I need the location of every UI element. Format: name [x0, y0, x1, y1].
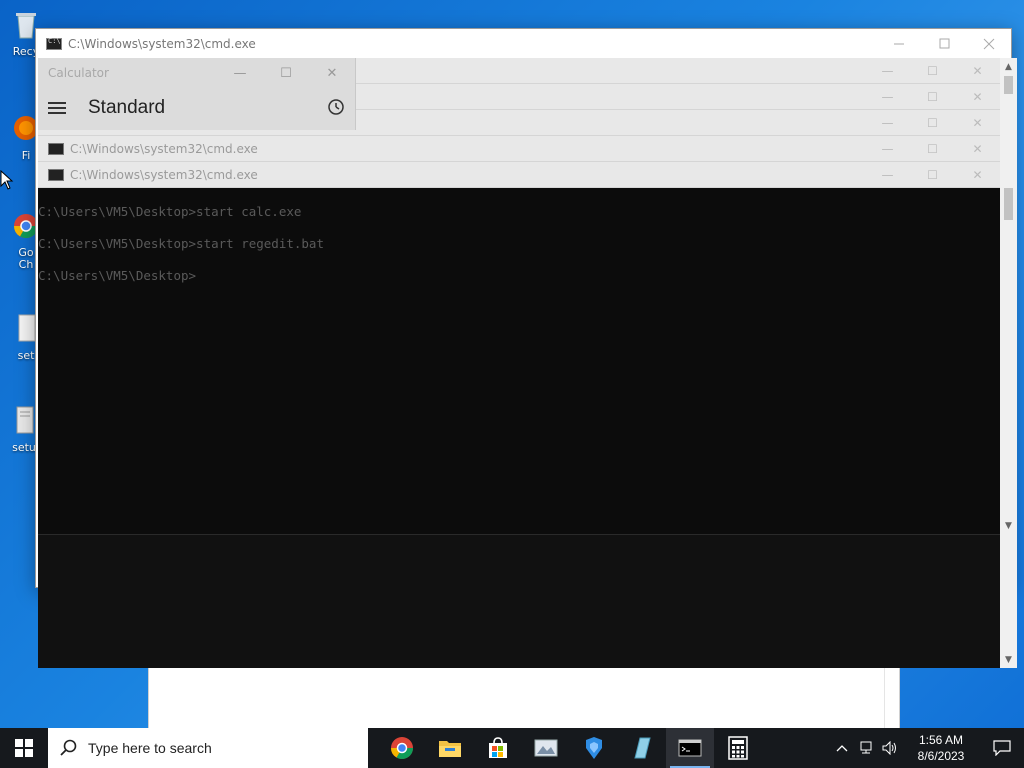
calculator-window[interactable]: Calculator — ☐ ✕ Standard — [38, 58, 356, 130]
image-app-icon — [534, 739, 558, 757]
taskbar: Type here to search 1:56 AM 8/6/2023 — [0, 728, 1024, 768]
blue-app-icon — [586, 737, 602, 759]
minimize-button[interactable]: — — [217, 58, 263, 88]
taskbar-app-5[interactable] — [570, 728, 618, 768]
minimize-button[interactable]: — — [865, 58, 910, 84]
minimize-icon — [893, 43, 904, 45]
volume-button[interactable] — [878, 728, 902, 768]
start-button[interactable] — [0, 728, 48, 768]
window-controls: — ☐ ✕ — [217, 58, 355, 88]
calculator-mode: Standard — [88, 97, 166, 118]
maximize-button[interactable]: ☐ — [910, 58, 955, 84]
hamburger-menu-icon[interactable] — [48, 102, 66, 114]
taskbar-search-box[interactable]: Type here to search — [48, 728, 368, 768]
network-button[interactable] — [854, 728, 878, 768]
terminal-icon — [678, 739, 702, 757]
console-line: C:\Users\VM5\Desktop>start calc.exe — [38, 204, 302, 219]
chevron-up-icon — [836, 745, 848, 752]
maximize-button[interactable] — [921, 29, 966, 59]
maximize-button[interactable]: ☐ — [910, 84, 955, 110]
maximize-button[interactable]: ☐ — [910, 136, 955, 162]
notification-icon — [993, 740, 1011, 756]
scroll-down-arrow-icon[interactable]: ▼ — [1000, 517, 1017, 534]
outer-scrollbar[interactable]: ▼ — [1000, 534, 1017, 668]
taskbar-app-calculator[interactable] — [714, 728, 762, 768]
restore-icon — [939, 38, 949, 49]
cmd-icon — [48, 168, 64, 181]
close-button[interactable] — [966, 29, 1011, 59]
document-app-icon — [634, 737, 651, 759]
taskbar-app-chrome[interactable] — [378, 728, 426, 768]
action-center-button[interactable] — [980, 728, 1024, 768]
scroll-up-arrow-icon[interactable]: ▲ — [1000, 58, 1017, 75]
close-button[interactable]: ✕ — [955, 58, 1000, 84]
taskbar-apps — [378, 728, 762, 768]
stacked-windows-area: — ☐ ✕ — ☐ ✕ — ☐ ✕ C:\Windows\system32\cmd.exe … — [38, 58, 1000, 188]
close-button[interactable]: ✕ — [955, 162, 1000, 188]
store-icon — [489, 737, 507, 758]
scroll-down-arrow-icon[interactable]: ▼ — [1000, 651, 1017, 668]
strip-title: C:\Windows\system32\cmd.exe — [70, 141, 258, 156]
network-icon — [860, 741, 872, 754]
window-strip[interactable]: C:\Windows\system32\cmd.exe — ☐ ✕ — [38, 162, 1000, 188]
cmd-back-title: C:\Windows\system32\cmd.exe — [68, 37, 256, 51]
close-icon — [983, 38, 994, 50]
search-placeholder: Type here to search — [88, 740, 212, 756]
window-controls: — ☐ ✕ — [865, 84, 1000, 110]
clock-time: 1:56 AM — [918, 733, 964, 747]
system-tray: 1:56 AM 8/6/2023 — [830, 728, 1024, 768]
window-controls: — ☐ ✕ — [865, 136, 1000, 162]
maximize-button[interactable]: ☐ — [910, 162, 955, 188]
minimize-button[interactable]: — — [865, 84, 910, 110]
window-controls: — ☐ ✕ — [865, 58, 1000, 84]
scroll-thumb[interactable] — [1004, 76, 1013, 94]
cmd-window-front[interactable]: — ☐ ✕ — ☐ ✕ — ☐ ✕ C:\Windows\system32\cmd.exe … — [38, 58, 1017, 668]
calculator-icon — [728, 736, 748, 760]
minimize-button[interactable]: — — [865, 136, 910, 162]
taskbar-app-file-explorer[interactable] — [426, 728, 474, 768]
mouse-cursor-icon — [0, 170, 14, 190]
windows-logo-icon — [15, 739, 33, 757]
inner-scrollbar[interactable]: ▲ ▼ — [1000, 58, 1017, 534]
console-line: C:\Users\VM5\Desktop>start regedit.bat — [38, 236, 324, 251]
search-icon — [60, 739, 77, 756]
window-controls: — ☐ ✕ — [865, 110, 1000, 136]
calculator-title: Calculator — [48, 66, 109, 80]
taskbar-app-6[interactable] — [618, 728, 666, 768]
calculator-titlebar[interactable]: Calculator — ☐ ✕ — [38, 58, 355, 88]
folder-icon — [439, 741, 461, 757]
taskbar-app-cmd[interactable] — [666, 728, 714, 768]
maximize-button[interactable]: ☐ — [910, 110, 955, 136]
maximize-button[interactable]: ☐ — [263, 58, 309, 88]
taskbar-app-4[interactable] — [522, 728, 570, 768]
taskbar-app-store[interactable] — [474, 728, 522, 768]
cmd-icon — [48, 142, 64, 155]
history-icon[interactable] — [327, 98, 345, 116]
window-controls — [876, 29, 1011, 59]
minimize-button[interactable]: — — [865, 110, 910, 136]
close-button[interactable]: ✕ — [309, 58, 355, 88]
minimize-button[interactable]: — — [865, 162, 910, 188]
clock-date: 8/6/2023 — [917, 749, 965, 763]
close-button[interactable]: ✕ — [955, 110, 1000, 136]
speaker-icon — [882, 741, 896, 755]
calculator-header: Standard — [38, 88, 355, 128]
console-line: C:\Users\VM5\Desktop> — [38, 268, 197, 283]
window-strip[interactable]: C:\Windows\system32\cmd.exe — ☐ ✕ — [38, 136, 1000, 162]
console-output[interactable]: C:\Users\VM5\Desktop>start calc.exe C:\U… — [38, 188, 1000, 532]
window-controls: — ☐ ✕ — [865, 162, 1000, 188]
close-button[interactable]: ✕ — [955, 84, 1000, 110]
taskbar-clock[interactable]: 1:56 AM 8/6/2023 — [902, 732, 980, 764]
desktop: Recy Fi Go Ch set setu C:\ C:\Windows\sy… — [0, 0, 1024, 730]
minimize-button[interactable] — [876, 29, 921, 59]
show-hidden-icons-button[interactable] — [830, 728, 854, 768]
close-button[interactable]: ✕ — [955, 136, 1000, 162]
cmd-icon — [46, 37, 62, 50]
strip-title: C:\Windows\system32\cmd.exe — [70, 167, 258, 182]
scroll-thumb[interactable] — [1004, 188, 1013, 220]
console-lower-area — [38, 534, 1000, 668]
cmd-back-titlebar[interactable]: C:\Windows\system32\cmd.exe — [36, 29, 1011, 59]
chrome-icon — [391, 737, 413, 759]
